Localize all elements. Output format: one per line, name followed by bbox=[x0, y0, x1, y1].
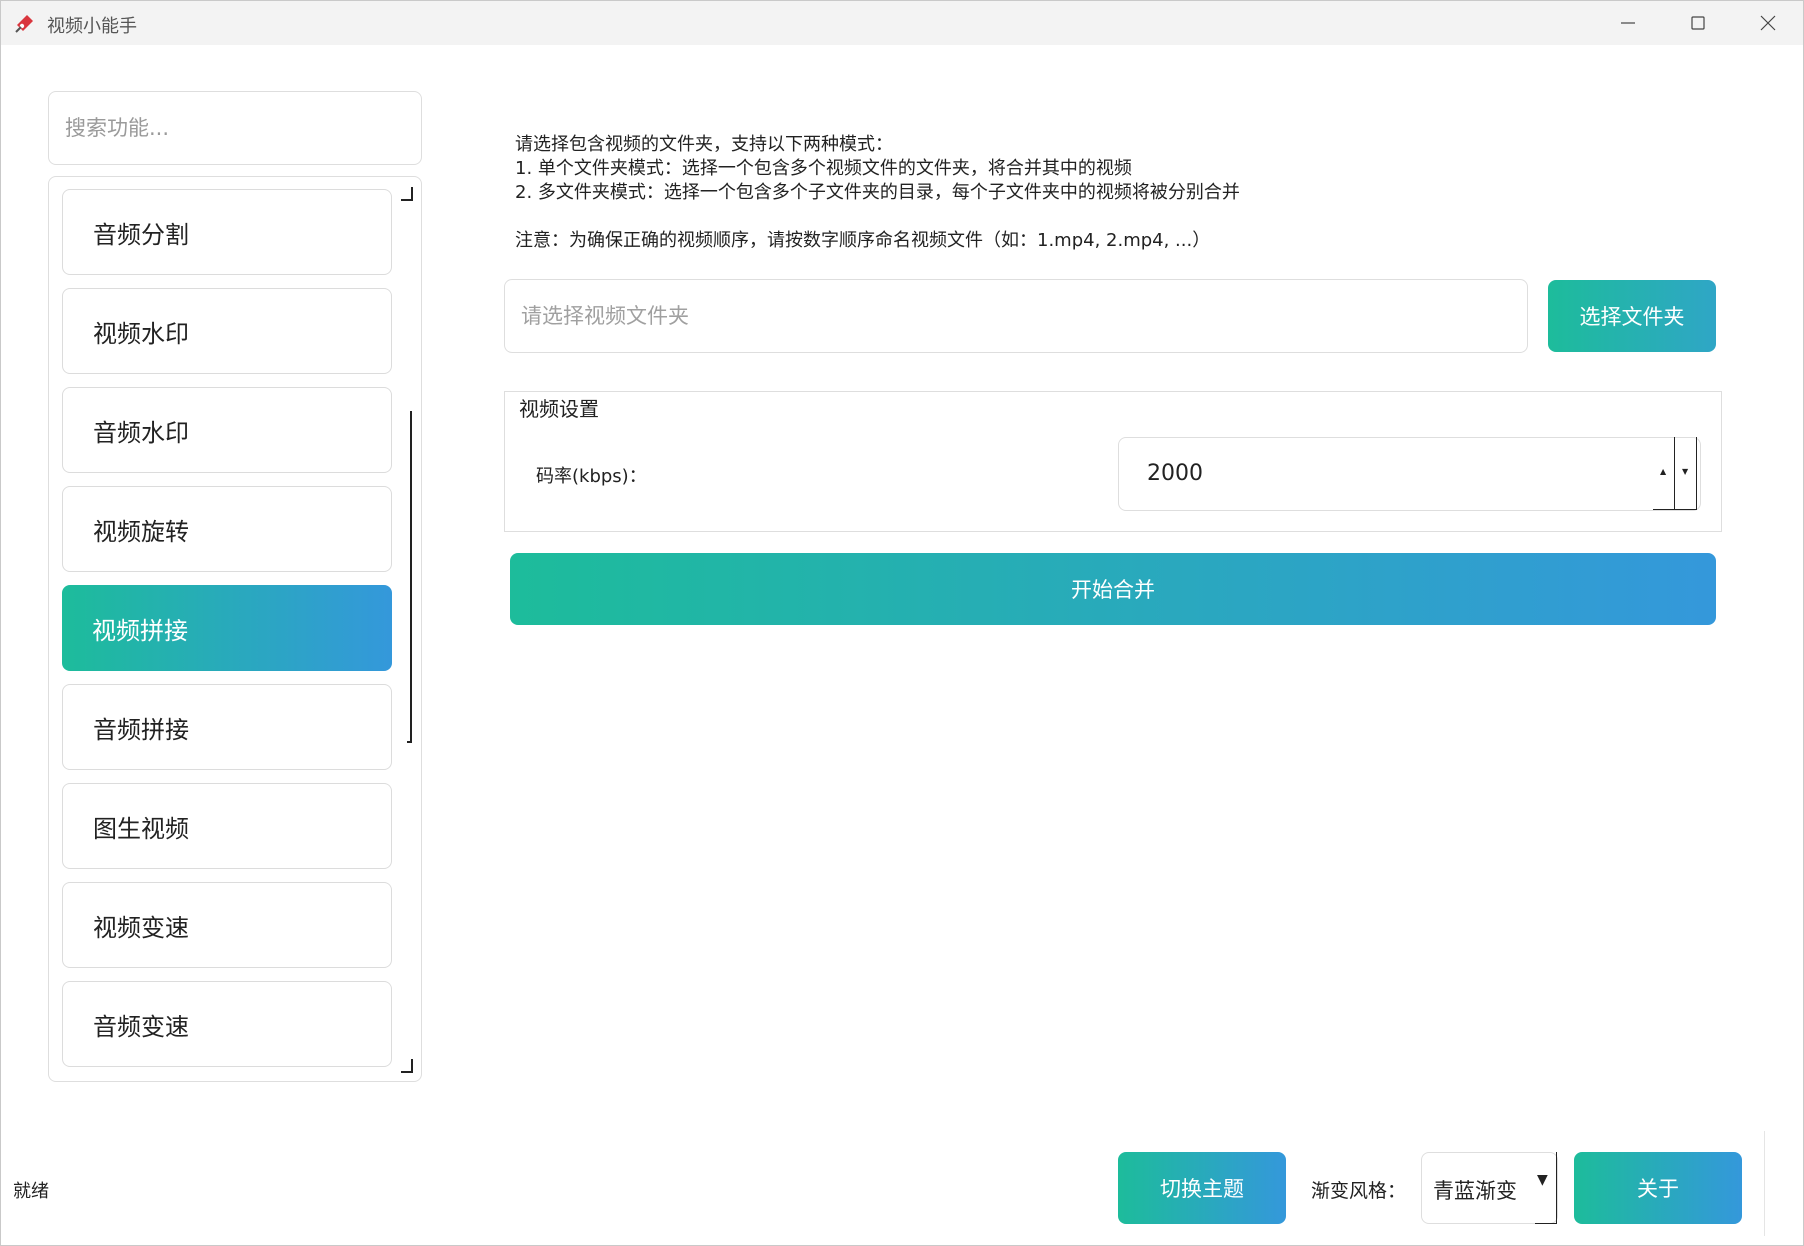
scrollbar-down-arrow[interactable] bbox=[401, 1059, 413, 1073]
sidebar-item-audio-concat[interactable]: 音频拼接 bbox=[62, 684, 392, 770]
sidebar-item-video-concat[interactable]: 视频拼接 bbox=[62, 585, 392, 671]
search-input[interactable] bbox=[48, 91, 422, 165]
function-list: 音频分割 视频水印 音频水印 视频旋转 视频拼接 音频拼接 图生视频 视频变速 … bbox=[48, 176, 422, 1082]
sidebar-item-label: 视频变速 bbox=[93, 913, 189, 942]
bitrate-spinbox[interactable] bbox=[1118, 437, 1701, 511]
bitrate-label: 码率(kbps)： bbox=[536, 466, 647, 487]
folder-path-input[interactable] bbox=[504, 279, 1528, 353]
scrollbar-thumb[interactable] bbox=[407, 411, 412, 743]
sidebar-item-label: 视频旋转 bbox=[93, 517, 189, 546]
sidebar-item-video-rotate[interactable]: 视频旋转 bbox=[62, 486, 392, 572]
sidebar-item-audio-split[interactable]: 音频分割 bbox=[62, 189, 392, 275]
sidebar-item-audio-speed[interactable]: 音频变速 bbox=[62, 981, 392, 1067]
sidebar-item-label: 视频拼接 bbox=[92, 616, 188, 645]
sidebar-item-label: 视频水印 bbox=[93, 319, 189, 348]
app-window: 视频小能手 音频分割 视频水印 音频水印 视频旋转 视频拼接 音频拼接 bbox=[0, 0, 1804, 1246]
sidebar-item-label: 音频变速 bbox=[93, 1012, 189, 1041]
start-merge-button[interactable]: 开始合并 bbox=[510, 553, 1716, 625]
spin-down-icon: ▼ bbox=[1682, 467, 1689, 476]
video-settings-title: 视频设置 bbox=[517, 393, 601, 422]
sidebar-item-label: 音频拼接 bbox=[93, 715, 189, 744]
switch-theme-button[interactable]: 切换主题 bbox=[1118, 1152, 1286, 1224]
select-folder-button[interactable]: 选择文件夹 bbox=[1548, 280, 1716, 352]
minimize-icon bbox=[1621, 22, 1635, 24]
instructions-text: 请选择包含视频的文件夹，支持以下两种模式： 1. 单个文件夹模式：选择一个包含多… bbox=[515, 134, 1240, 251]
spin-down-button[interactable]: ▼ bbox=[1675, 437, 1697, 510]
gradient-style-label: 渐变风格： bbox=[1311, 1180, 1407, 1202]
sidebar-item-image-to-video[interactable]: 图生视频 bbox=[62, 783, 392, 869]
spin-up-icon: ▲ bbox=[1660, 467, 1667, 476]
minimize-button[interactable] bbox=[1593, 1, 1663, 45]
bitrate-value[interactable]: 2000 bbox=[1147, 461, 1203, 486]
maximize-icon bbox=[1691, 16, 1705, 30]
sidebar-item-video-speed[interactable]: 视频变速 bbox=[62, 882, 392, 968]
sidebar-item-audio-watermark[interactable]: 音频水印 bbox=[62, 387, 392, 473]
sidebar-item-label: 音频水印 bbox=[93, 418, 189, 447]
spin-up-button[interactable]: ▲ bbox=[1653, 437, 1675, 510]
status-text: 就绪 bbox=[13, 1181, 49, 1202]
gradient-style-value[interactable]: 青蓝渐变 bbox=[1433, 1175, 1517, 1205]
title-bar[interactable]: 视频小能手 bbox=[1, 1, 1803, 45]
close-icon bbox=[1760, 15, 1776, 31]
close-button[interactable] bbox=[1733, 1, 1803, 45]
sidebar-item-label: 图生视频 bbox=[93, 814, 189, 843]
scrollbar-up-arrow[interactable] bbox=[401, 187, 413, 201]
dropdown-arrow[interactable]: ▼ bbox=[1535, 1152, 1557, 1224]
chevron-down-icon: ▼ bbox=[1537, 1172, 1548, 1188]
divider bbox=[1764, 1131, 1765, 1236]
sidebar-item-video-watermark[interactable]: 视频水印 bbox=[62, 288, 392, 374]
app-logo-icon bbox=[15, 15, 33, 33]
about-button[interactable]: 关于 bbox=[1574, 1152, 1742, 1224]
sidebar-item-label: 音频分割 bbox=[93, 220, 189, 249]
window-title: 视频小能手 bbox=[47, 16, 137, 37]
maximize-button[interactable] bbox=[1663, 1, 1733, 45]
